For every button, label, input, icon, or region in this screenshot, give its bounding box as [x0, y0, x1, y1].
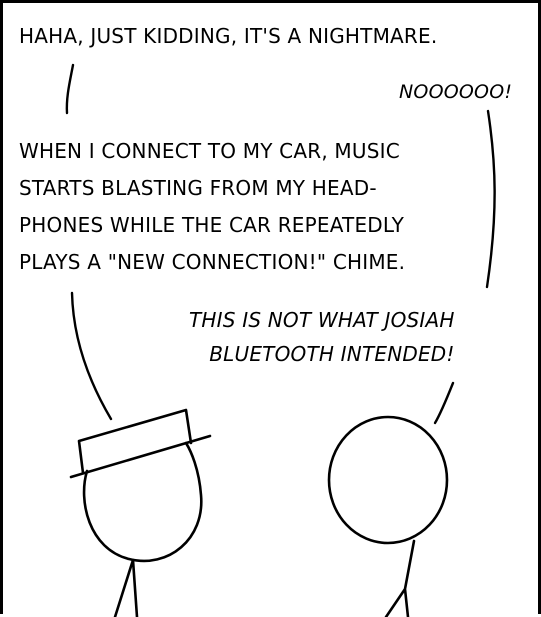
left-character-body	[113, 558, 139, 617]
speech-tail-right-top	[485, 109, 496, 289]
speech-tail-left-top	[65, 63, 75, 115]
left-character-head	[82, 441, 203, 563]
speech-tail-left-bottom	[70, 291, 113, 421]
hat-brim	[69, 434, 212, 479]
speech-tail-right-bottom	[433, 381, 455, 425]
comic-panel: HAHA, JUST KIDDING, IT'S A NIGHTMARE. NO…	[0, 0, 541, 617]
dialogue-right-main: THIS IS NOT WHAT JOSIAH BLUETOOTH INTEND…	[189, 308, 455, 366]
right-character-body	[384, 539, 416, 617]
dialogue-left-main: WHEN I CONNECT TO MY CAR, MUSIC STARTS B…	[19, 139, 406, 274]
dialogue-left-top: HAHA, JUST KIDDING, IT'S A NIGHTMARE.	[19, 24, 438, 48]
hat-crown	[77, 408, 193, 475]
dialogue-right-exclamation: NOOOOOO!	[399, 81, 513, 103]
right-character-head	[327, 415, 449, 545]
